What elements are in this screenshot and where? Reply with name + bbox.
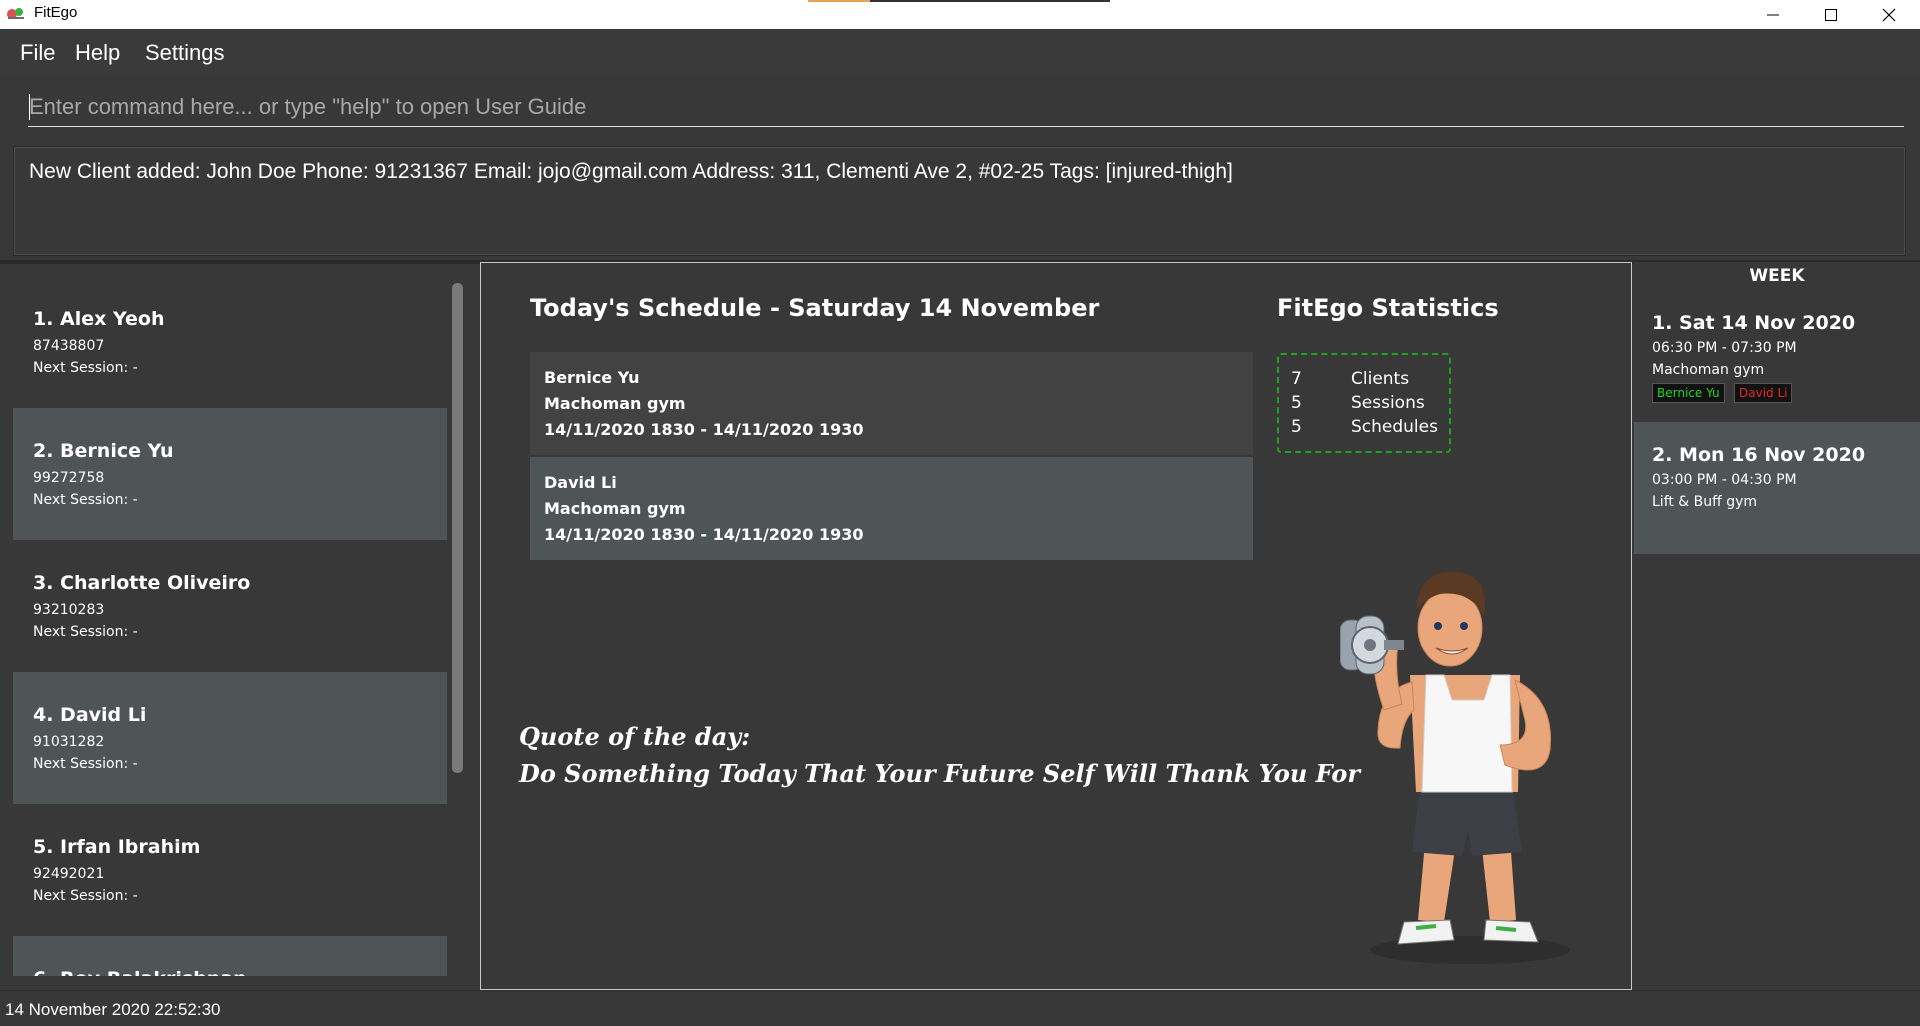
status-datetime: 14 November 2020 22:52:30: [5, 1000, 221, 1019]
quote-text: Do Something Today That Your Future Self…: [519, 759, 1361, 788]
scrollbar-thumb[interactable]: [452, 283, 463, 773]
statistics-title: FitEgo Statistics: [1277, 294, 1499, 322]
week-date: 1. Sat 14 Nov 2020: [1652, 312, 1856, 334]
today-session-card[interactable]: David Li Machoman gym 14/11/2020 1830 - …: [530, 457, 1253, 560]
client-name: 3. Charlotte Oliveiro: [33, 572, 251, 594]
client-name: 4. David Li: [33, 704, 147, 726]
week-gym: Machoman gym: [1652, 362, 1765, 378]
week-time: 03:00 PM - 04:30 PM: [1652, 472, 1797, 488]
session-gym: Machoman gym: [544, 394, 686, 413]
menu-settings[interactable]: Settings: [145, 40, 225, 66]
session-client: Bernice Yu: [544, 368, 640, 387]
client-name: 1. Alex Yeoh: [33, 308, 165, 330]
client-next-session: Next Session: -: [33, 624, 138, 640]
title-focus-indicator: [808, 0, 1110, 2]
stat-label: Sessions: [1351, 393, 1425, 413]
client-tag: Bernice Yu: [1652, 383, 1725, 403]
result-display: New Client added: John Doe Phone: 912313…: [13, 146, 1906, 256]
client-name: 5. Irfan Ibrahim: [33, 836, 201, 858]
client-next-session: Next Session: -: [33, 756, 138, 772]
client-next-session: Next Session: -: [33, 492, 138, 508]
title-bar: FitEgo: [0, 0, 1920, 29]
client-next-session: Next Session: -: [33, 360, 138, 376]
week-schedule-card[interactable]: 2. Mon 16 Nov 2020 03:00 PM - 04:30 PM L…: [1634, 422, 1920, 554]
week-time: 06:30 PM - 07:30 PM: [1652, 340, 1797, 356]
week-gym: Lift & Buff gym: [1652, 494, 1758, 510]
close-icon: [1882, 8, 1896, 21]
client-phone: 91031282: [33, 734, 105, 750]
client-card[interactable]: 5. Irfan Ibrahim 92492021 Next Session: …: [13, 804, 447, 936]
minimize-button[interactable]: [1745, 0, 1801, 29]
client-list: 1. Alex Yeoh 87438807 Next Session: - 2.…: [13, 276, 447, 976]
command-input[interactable]: [28, 87, 1904, 127]
today-session-card[interactable]: Bernice Yu Machoman gym 14/11/2020 1830 …: [530, 352, 1253, 455]
stat-count: 7: [1291, 369, 1302, 389]
session-time: 14/11/2020 1830 - 14/11/2020 1930: [544, 525, 864, 544]
client-next-session: Next Session: -: [33, 888, 138, 904]
client-card[interactable]: 4. David Li 91031282 Next Session: -: [13, 672, 447, 804]
stat-label: Clients: [1351, 369, 1410, 389]
stat-count: 5: [1291, 393, 1302, 413]
week-date: 2. Mon 16 Nov 2020: [1652, 444, 1866, 466]
maximize-icon: [1825, 8, 1837, 21]
minimize-icon: [1767, 14, 1779, 15]
week-header: WEEK: [1749, 266, 1805, 286]
text-caret: [29, 94, 30, 120]
client-tag: David Li: [1734, 383, 1793, 403]
status-bar: [0, 990, 1920, 1026]
app-icon: [7, 8, 24, 19]
close-button[interactable]: [1861, 0, 1917, 29]
session-gym: Machoman gym: [544, 499, 686, 518]
statistics-box: 7 Clients 5 Sessions 5 Schedules: [1277, 353, 1451, 453]
session-time: 14/11/2020 1830 - 14/11/2020 1930: [544, 420, 864, 439]
client-name: 6. Roy Balakrishnan: [33, 968, 247, 976]
menu-bar: [0, 29, 1920, 73]
client-list-footer: [0, 976, 480, 986]
client-card[interactable]: 1. Alex Yeoh 87438807 Next Session: -: [13, 276, 447, 408]
window-title: FitEgo: [34, 4, 78, 21]
menu-help[interactable]: Help: [75, 40, 120, 66]
client-phone: 99272758: [33, 470, 105, 486]
week-schedule-card[interactable]: 1. Sat 14 Nov 2020 06:30 PM - 07:30 PM M…: [1634, 290, 1920, 422]
maximize-button[interactable]: [1803, 0, 1859, 29]
client-phone: 87438807: [33, 338, 105, 354]
menu-file[interactable]: File: [20, 40, 55, 66]
today-schedule-title: Today's Schedule - Saturday 14 November: [530, 294, 1100, 322]
quote-heading: Quote of the day:: [519, 722, 751, 751]
result-text: New Client added: John Doe Phone: 912313…: [29, 160, 1233, 183]
bodybuilder-mascot-illustration: [1340, 571, 1570, 964]
client-phone: 93210283: [33, 602, 105, 618]
client-card[interactable]: 2. Bernice Yu 99272758 Next Session: -: [13, 408, 447, 540]
client-card[interactable]: 6. Roy Balakrishnan: [13, 936, 447, 976]
client-card[interactable]: 3. Charlotte Oliveiro 93210283 Next Sess…: [13, 540, 447, 672]
client-phone: 92492021: [33, 866, 105, 882]
stat-label: Schedules: [1351, 417, 1438, 437]
client-name: 2. Bernice Yu: [33, 440, 174, 462]
stat-count: 5: [1291, 417, 1302, 437]
session-client: David Li: [544, 473, 617, 492]
